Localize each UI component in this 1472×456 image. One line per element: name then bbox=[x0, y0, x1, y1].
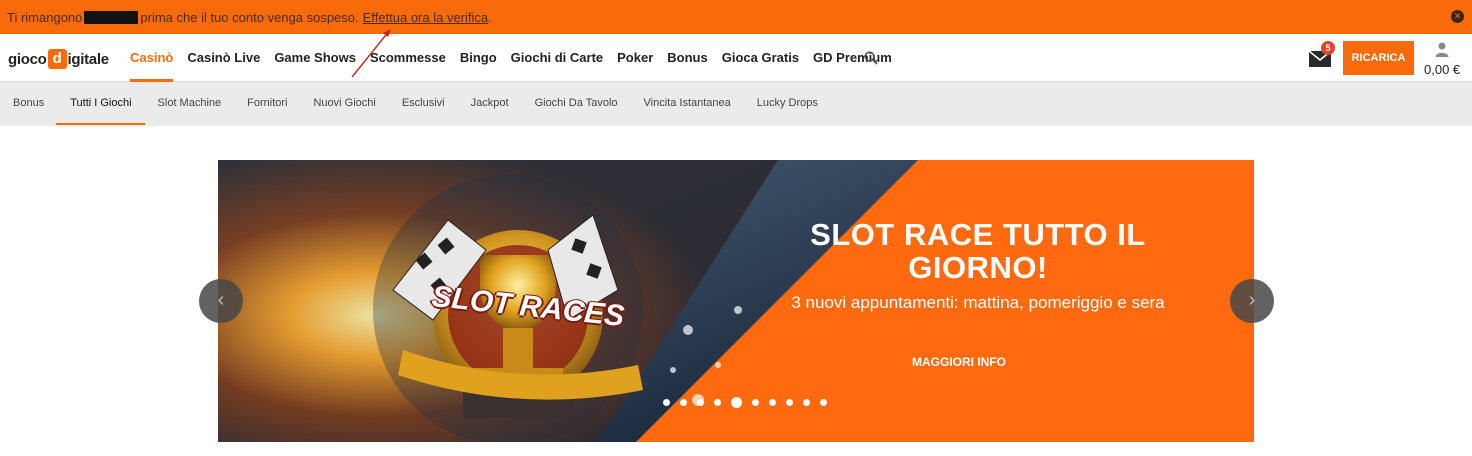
user-icon[interactable] bbox=[1434, 41, 1450, 57]
alert-text-after: prima che il tuo conto venga sospeso. bbox=[140, 9, 359, 25]
subnav-item-nuovi-giochi[interactable]: Nuovi Giochi bbox=[313, 82, 375, 126]
nav-item-gioca-gratis[interactable]: Gioca Gratis bbox=[722, 34, 799, 82]
subnav-item-bonus[interactable]: Bonus bbox=[13, 82, 44, 126]
maggiori-info-button[interactable]: MAGGIORI INFO bbox=[900, 342, 1018, 382]
nav-item-poker[interactable]: Poker bbox=[617, 34, 653, 82]
carousel-dot[interactable] bbox=[697, 399, 704, 406]
carousel-dot[interactable] bbox=[769, 399, 776, 406]
nav-item-gd-premium[interactable]: GD Premium bbox=[813, 34, 892, 82]
banner-subtitle: 3 nuovi appuntamenti: mattina, pomeriggi… bbox=[791, 293, 1165, 312]
nav-item-giochi-di-carte[interactable]: Giochi di Carte bbox=[511, 34, 603, 82]
subnav-item-giochi-da-tavolo[interactable]: Giochi Da Tavolo bbox=[535, 82, 618, 126]
main-nav: Casinò Casinò Live Game Shows Scommesse Bing… bbox=[130, 34, 906, 82]
carousel-dot[interactable] bbox=[663, 399, 670, 406]
carousel-dot[interactable] bbox=[786, 399, 793, 406]
nav-item-casin-[interactable]: Casinò bbox=[130, 34, 174, 82]
nav-item-scommesse[interactable]: Scommesse bbox=[370, 34, 446, 82]
ricarica-button[interactable]: RICARICA bbox=[1343, 41, 1414, 75]
main-header: gioco d igitale Casinò Casinò Live Game Show… bbox=[0, 34, 1472, 82]
carousel-dot[interactable] bbox=[731, 397, 742, 408]
nav-item-game-shows[interactable]: Game Shows bbox=[274, 34, 356, 82]
carousel-dots bbox=[663, 397, 837, 408]
carousel-dot[interactable] bbox=[820, 399, 827, 406]
subnav-item-fornitori[interactable]: Fornitori bbox=[247, 82, 287, 126]
casino-sub-nav: Bonus Tutti I Giochi Slot Machine Fornitori… bbox=[0, 82, 1472, 126]
subnav-item-slot-machine[interactable]: Slot Machine bbox=[158, 82, 222, 126]
verification-alert-bar: Ti rimangono prima che il tuo conto veng… bbox=[0, 0, 1472, 34]
search-icon[interactable] bbox=[864, 51, 878, 65]
close-icon[interactable]: ✕ bbox=[1451, 10, 1464, 23]
subnav-item-jackpot[interactable]: Jackpot bbox=[471, 82, 509, 126]
subnav-item-vincita-istantanea[interactable]: Vincita Istantanea bbox=[644, 82, 731, 126]
verify-now-link[interactable]: Effettua ora la verifica bbox=[363, 10, 489, 25]
banner-title: SLOT RACE TUTTO IL GIORNO! bbox=[810, 217, 1146, 285]
carousel-dot[interactable] bbox=[752, 399, 759, 406]
subnav-item-esclusivi[interactable]: Esclusivi bbox=[402, 82, 445, 126]
subnav-item-tutti-i-giochi[interactable]: Tutti I Giochi bbox=[56, 82, 145, 126]
carousel-prev-button[interactable]: ‹ bbox=[199, 279, 243, 323]
subnav-item-lucky-drops[interactable]: Lucky Drops bbox=[757, 82, 818, 126]
logo[interactable]: gioco d igitale bbox=[8, 48, 109, 70]
alert-text-before: Ti rimangono bbox=[7, 9, 83, 25]
carousel-dot[interactable] bbox=[803, 399, 810, 406]
carousel-next-button[interactable]: › bbox=[1230, 279, 1274, 323]
nav-item-bingo[interactable]: Bingo bbox=[460, 34, 497, 82]
carousel-dot[interactable] bbox=[680, 399, 687, 406]
account-balance[interactable]: 0,00 € bbox=[1424, 62, 1460, 77]
carousel-dot[interactable] bbox=[714, 399, 721, 406]
nav-item-casin-live[interactable]: Casinò Live bbox=[187, 34, 260, 82]
mail-count-badge: 5 bbox=[1321, 41, 1335, 55]
redacted-time bbox=[84, 10, 139, 24]
nav-item-bonus[interactable]: Bonus bbox=[667, 34, 707, 82]
